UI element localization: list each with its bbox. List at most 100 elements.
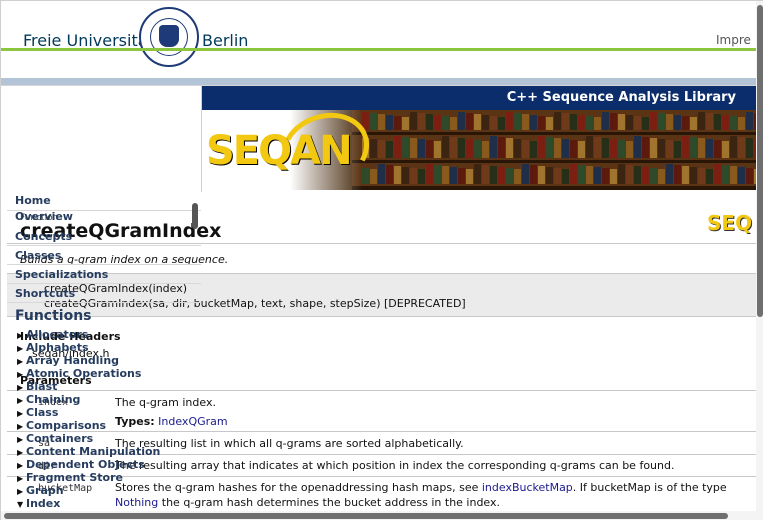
book-spine — [482, 115, 489, 130]
book-spine — [538, 136, 545, 158]
book-spine — [578, 165, 585, 184]
left-header-panel — [1, 86, 202, 192]
book-spine — [618, 114, 625, 130]
book-spine — [514, 113, 521, 130]
nav-concepts[interactable]: Concepts — [15, 230, 72, 243]
book-spine — [538, 116, 545, 130]
book-spine — [570, 164, 577, 184]
book-spine — [394, 136, 401, 158]
book-spine — [722, 141, 729, 158]
book-spine — [602, 112, 609, 130]
book-spine — [658, 169, 665, 184]
fn-group-graph[interactable]: ▶ Graph — [17, 484, 64, 497]
fn-group-alphabets[interactable]: ▶ Alphabets — [17, 341, 89, 354]
book-spine — [370, 139, 377, 158]
nav-classes[interactable]: Classes — [15, 249, 61, 262]
book-spine — [738, 117, 745, 130]
book-spine — [586, 116, 593, 130]
fn-group-atomic-operations[interactable]: ▶ Atomic Operations — [17, 367, 141, 380]
triangle-right-icon: ▶ — [17, 435, 24, 444]
book-spine — [634, 116, 641, 130]
book-spine — [714, 114, 721, 130]
book-spine — [698, 112, 705, 130]
book-spine — [466, 139, 473, 158]
book-spine — [634, 136, 641, 158]
fn-group-dependent-objects[interactable]: ▶ Dependent Objects — [17, 458, 145, 471]
book-spine — [466, 169, 473, 184]
book-spine — [666, 114, 673, 130]
book-spine — [434, 115, 441, 130]
book-spine — [474, 114, 481, 130]
book-spine — [394, 116, 401, 130]
page-horizontal-scrollbar[interactable] — [1, 511, 756, 520]
sidebar-nav: Home Overview Concepts Classes Specializ… — [1, 191, 202, 520]
nav-specializations[interactable]: Specializations — [15, 268, 108, 281]
book-spine — [738, 137, 745, 158]
nav-shortcuts[interactable]: Shortcuts — [15, 287, 75, 300]
book-spine — [666, 164, 673, 184]
fn-group-array-handling[interactable]: ▶ Array Handling — [17, 354, 119, 367]
fn-group-blast[interactable]: ▶ Blast — [17, 380, 57, 393]
book-spine — [434, 141, 441, 158]
book-spine — [706, 139, 713, 158]
fn-group-containers[interactable]: ▶ Containers — [17, 432, 93, 445]
book-spine — [474, 164, 481, 184]
book-spine — [498, 137, 505, 158]
fn-group-allocators[interactable]: ▶ Allocators — [17, 328, 88, 341]
book-spine — [594, 117, 601, 130]
nav-home[interactable]: Home — [15, 194, 51, 207]
book-spine — [738, 167, 745, 184]
book-spine — [410, 138, 417, 158]
fu-seal-logo[interactable] — [139, 7, 199, 67]
triangle-right-icon: ▶ — [17, 448, 24, 457]
page-vertical-scrollbar[interactable] — [756, 1, 763, 520]
book-spine — [522, 140, 529, 158]
triangle-right-icon: ▶ — [17, 409, 24, 418]
book-spine — [442, 136, 449, 158]
seqan-banner-image[interactable]: SEQAN — [202, 110, 756, 190]
nav-overview[interactable]: Overview — [15, 210, 73, 223]
fn-group-fragment-store[interactable]: ▶ Fragment Store — [17, 471, 123, 484]
book-spine — [378, 114, 385, 130]
book-spine — [570, 114, 577, 130]
triangle-right-icon: ▶ — [17, 370, 24, 379]
book-spine — [386, 141, 393, 158]
book-spine — [746, 112, 753, 130]
fn-group-class[interactable]: ▶ Class — [17, 406, 58, 419]
seqan-logo: SEQAN — [206, 128, 353, 174]
book-spine — [722, 115, 729, 130]
book-spine — [546, 167, 553, 184]
book-spine — [490, 116, 497, 130]
book-spine — [418, 169, 425, 184]
sidebar-scrollbar[interactable] — [192, 203, 198, 229]
triangle-right-icon: ▶ — [17, 422, 24, 431]
impressum-link[interactable]: Impre — [716, 33, 751, 47]
book-spine — [554, 168, 561, 184]
book-spine — [594, 137, 601, 158]
fn-group-chaining[interactable]: ▶ Chaining — [17, 393, 80, 406]
book-spine — [730, 166, 737, 184]
book-spine — [426, 114, 433, 130]
book-spine — [498, 167, 505, 184]
book-spine — [506, 138, 513, 158]
book-spine — [418, 113, 425, 130]
horizontal-scroll-thumb[interactable] — [4, 513, 728, 519]
book-spine — [410, 112, 417, 130]
book-spine — [402, 117, 409, 130]
book-spine — [706, 169, 713, 184]
book-spine — [570, 140, 577, 158]
book-spine — [714, 140, 721, 158]
book-spine — [450, 167, 457, 184]
fn-group-content-manipulation[interactable]: ▶ Content Manipulation — [17, 445, 160, 458]
fn-group-comparisons[interactable]: ▶ Comparisons — [17, 419, 106, 432]
book-spine — [666, 140, 673, 158]
book-spine — [370, 169, 377, 184]
vertical-scroll-thumb[interactable] — [757, 5, 763, 317]
book-spine — [490, 136, 497, 158]
book-spine — [562, 113, 569, 130]
link-indexbucketmap[interactable]: indexBucketMap — [482, 481, 573, 494]
fn-group-index[interactable]: ▼ Index — [17, 497, 60, 510]
functions-heading: Functions — [15, 308, 92, 324]
banner-title: C++ Sequence Analysis Library — [506, 90, 736, 105]
book-spine — [514, 139, 521, 158]
